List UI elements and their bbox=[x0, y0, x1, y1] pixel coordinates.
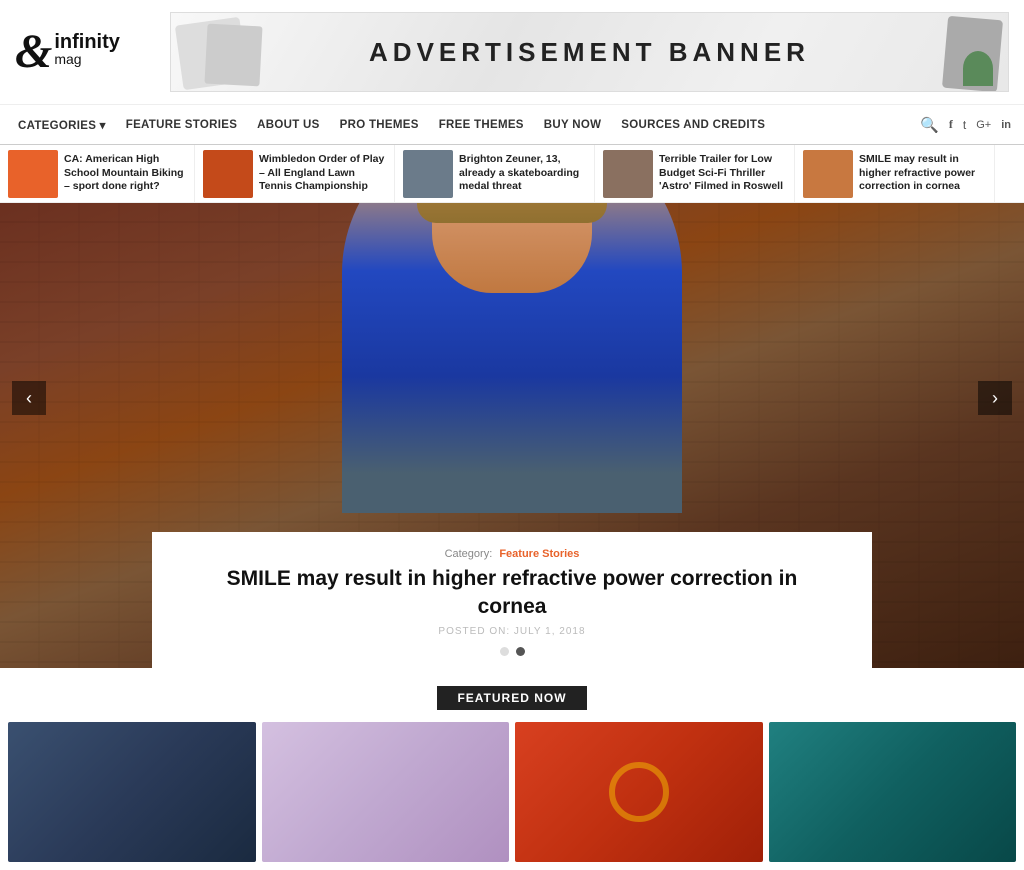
slider-caption: Category: Feature Stories SMILE may resu… bbox=[152, 532, 872, 668]
nav-item-pro-themes[interactable]: PRO THEMES bbox=[330, 119, 429, 131]
nav-item-sources-credits[interactable]: SOURCES AND CREDITS bbox=[611, 119, 775, 131]
slider-category-link[interactable]: Feature Stories bbox=[499, 548, 579, 560]
nav-item-about-us[interactable]: ABOUT US bbox=[247, 119, 329, 131]
googleplus-icon[interactable]: G+ bbox=[976, 119, 991, 131]
nav-social-icons: 🔍 f t G+ in bbox=[920, 116, 1016, 134]
ticker-item-4[interactable]: Terrible Trailer for Low Budget Sci-Fi T… bbox=[595, 145, 795, 202]
ticker-item-2[interactable]: Wimbledon Order of Play – All England La… bbox=[195, 145, 395, 202]
logo-ampersand: & bbox=[15, 28, 52, 76]
nav-item-feature-stories[interactable]: FEATURE STORIES bbox=[116, 119, 247, 131]
twitter-icon[interactable]: t bbox=[963, 118, 966, 132]
logo-name: infinity bbox=[54, 32, 120, 52]
hero-slider: ‹ › Category: Feature Stories SMILE may … bbox=[0, 203, 1024, 668]
ad-banner: ADVERTISEMENT BANNER bbox=[170, 12, 1009, 92]
ticker-title-2: Wimbledon Order of Play – All England La… bbox=[259, 153, 386, 194]
nav-items: CATEGORIES ▾ FEATURE STORIES ABOUT US PR… bbox=[8, 118, 920, 132]
ticker-title-5: SMILE may result in higher refractive po… bbox=[859, 153, 986, 194]
featured-grid bbox=[0, 722, 1024, 870]
logo[interactable]: & infinity mag bbox=[15, 28, 145, 76]
main-nav: CATEGORIES ▾ FEATURE STORIES ABOUT US PR… bbox=[0, 105, 1024, 145]
ticker-item-3[interactable]: Brighton Zeuner, 13, already a skateboar… bbox=[395, 145, 595, 202]
nav-item-free-themes[interactable]: FREE THEMES bbox=[429, 119, 534, 131]
slider-category-line: Category: Feature Stories bbox=[202, 548, 822, 560]
ticker-thumb-1 bbox=[8, 150, 58, 198]
slider-next-button[interactable]: › bbox=[978, 381, 1012, 415]
ad-banner-text: ADVERTISEMENT BANNER bbox=[369, 37, 810, 68]
ticker-bar: CA: American High School Mountain Biking… bbox=[0, 145, 1024, 203]
featured-card-3[interactable] bbox=[515, 722, 763, 862]
ticker-item-1[interactable]: CA: American High School Mountain Biking… bbox=[0, 145, 195, 202]
header: & infinity mag ADVERTISEMENT BANNER bbox=[0, 0, 1024, 105]
ticker-thumb-3 bbox=[403, 150, 453, 198]
slider-date: POSTED ON: JULY 1, 2018 bbox=[202, 626, 822, 637]
ticker-title-1: CA: American High School Mountain Biking… bbox=[64, 153, 186, 194]
slider-dot-1[interactable] bbox=[500, 647, 509, 656]
slider-prev-button[interactable]: ‹ bbox=[12, 381, 46, 415]
ticker-thumb-5 bbox=[803, 150, 853, 198]
nav-item-buy-now[interactable]: BUY NOW bbox=[534, 119, 611, 131]
facebook-icon[interactable]: f bbox=[949, 117, 953, 132]
ticker-thumb-4 bbox=[603, 150, 653, 198]
slider-category-label: Category: bbox=[445, 548, 493, 560]
featured-now-badge: Featured Now bbox=[437, 686, 586, 710]
logo-text-block: infinity mag bbox=[54, 32, 120, 66]
slider-dot-2[interactable] bbox=[516, 647, 525, 656]
slider-title[interactable]: SMILE may result in higher refractive po… bbox=[202, 565, 822, 620]
linkedin-icon[interactable]: in bbox=[1001, 119, 1011, 131]
logo-sub: mag bbox=[54, 52, 120, 66]
ticker-title-3: Brighton Zeuner, 13, already a skateboar… bbox=[459, 153, 586, 194]
featured-card-1[interactable] bbox=[8, 722, 256, 862]
featured-card-2[interactable] bbox=[262, 722, 510, 862]
featured-card-4[interactable] bbox=[769, 722, 1017, 862]
featured-now-label: Featured Now bbox=[0, 686, 1024, 710]
slider-dots bbox=[202, 647, 822, 656]
search-icon[interactable]: 🔍 bbox=[920, 116, 939, 134]
ticker-item-5[interactable]: SMILE may result in higher refractive po… bbox=[795, 145, 995, 202]
ticker-title-4: Terrible Trailer for Low Budget Sci-Fi T… bbox=[659, 153, 786, 194]
nav-item-categories[interactable]: CATEGORIES ▾ bbox=[8, 118, 116, 132]
ticker-thumb-2 bbox=[203, 150, 253, 198]
